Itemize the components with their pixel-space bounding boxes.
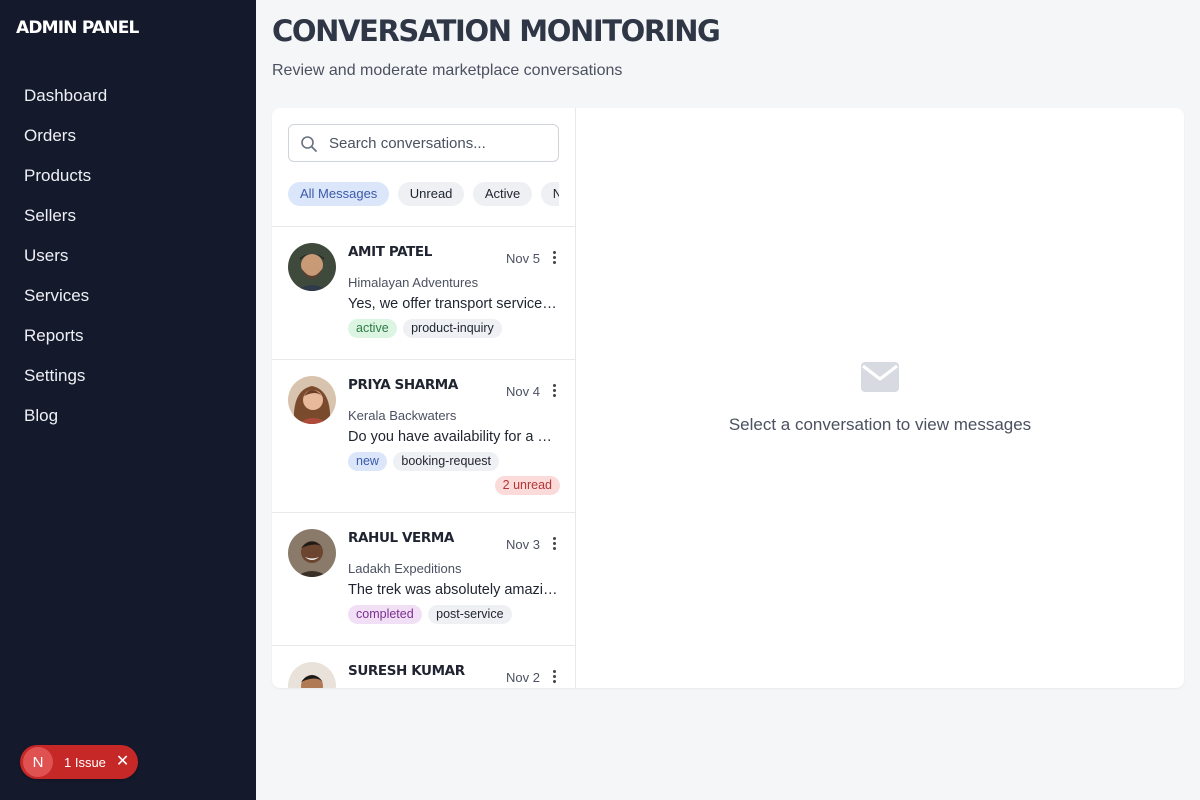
message-date: Nov 2 [506, 670, 540, 685]
conversation-item[interactable]: AMIT PATEL Nov 5 Himalayan Adventures Ye… [272, 227, 575, 360]
issue-label[interactable]: 1 Issue [64, 755, 106, 770]
sidebar-item-products[interactable]: Products [0, 156, 256, 196]
seller-name: Himalayan Adventures [348, 275, 479, 290]
status-tag: completed [348, 605, 422, 624]
search-box[interactable] [288, 124, 559, 162]
avatar [288, 243, 336, 291]
message-preview: The trek was absolutely amazing, thank y… [348, 582, 559, 598]
category-tag: booking-request [393, 452, 500, 471]
envelope-icon [861, 362, 899, 392]
status-tag: active [348, 319, 397, 338]
search-icon [301, 136, 317, 152]
sender-name: PRIYA SHARMA [348, 377, 458, 393]
sidebar-item-settings[interactable]: Settings [0, 356, 256, 396]
message-preview: Do you have availability for a houseboat… [348, 429, 559, 445]
filter-new[interactable]: Ne [540, 182, 559, 206]
message-preview: Yes, we offer transport services from th… [348, 296, 559, 312]
conversation-item[interactable]: SURESH KUMAR Nov 2 [272, 646, 575, 688]
seller-name: Kerala Backwaters [348, 408, 457, 423]
filter-unread[interactable]: Unread [397, 182, 465, 206]
unread-badge: 2 unread [494, 476, 560, 495]
search-input[interactable] [329, 133, 549, 153]
sidebar-nav: Dashboard Orders Products Sellers Users … [0, 76, 256, 436]
message-date: Nov 5 [506, 251, 540, 266]
tag-list: active product-inquiry [348, 319, 504, 339]
sidebar-item-users[interactable]: Users [0, 236, 256, 276]
filter-active[interactable]: Active [472, 182, 533, 206]
avatar [288, 662, 336, 688]
sidebar-item-sellers[interactable]: Sellers [0, 196, 256, 236]
filter-chips: All Messages Unread Active Ne [288, 182, 559, 208]
sidebar-item-dashboard[interactable]: Dashboard [0, 76, 256, 116]
conversation-item[interactable]: RAHUL VERMA Nov 3 Ladakh Expeditions The… [272, 513, 575, 646]
category-tag: product-inquiry [403, 319, 502, 338]
more-vertical-icon[interactable] [552, 537, 558, 551]
sender-name: AMIT PATEL [348, 244, 432, 260]
status-tag: new [348, 452, 387, 471]
issue-initial[interactable]: N [23, 747, 53, 777]
page-subtitle: Review and moderate marketplace conversa… [272, 62, 623, 79]
conversation-list: All Messages Unread Active Ne AMIT PATEL… [272, 108, 576, 688]
more-vertical-icon[interactable] [552, 670, 558, 684]
more-vertical-icon[interactable] [552, 251, 558, 265]
sidebar-item-orders[interactable]: Orders [0, 116, 256, 156]
avatar [288, 376, 336, 424]
close-icon[interactable]: ✕ [116, 754, 129, 770]
sidebar: ADMIN PANEL Dashboard Orders Products Se… [0, 0, 256, 800]
avatar [288, 529, 336, 577]
sidebar-item-blog[interactable]: Blog [0, 396, 256, 436]
sidebar-item-reports[interactable]: Reports [0, 316, 256, 356]
conversation-item[interactable]: PRIYA SHARMA Nov 4 Kerala Backwaters Do … [272, 360, 575, 513]
sender-name: SURESH KUMAR [348, 663, 465, 679]
message-date: Nov 4 [506, 384, 540, 399]
more-vertical-icon[interactable] [552, 384, 558, 398]
conversation-panel: All Messages Unread Active Ne AMIT PATEL… [272, 108, 1184, 688]
filter-all-messages[interactable]: All Messages [288, 182, 390, 206]
category-tag: post-service [428, 605, 512, 624]
empty-state-text: Select a conversation to view messages [728, 415, 1032, 434]
seller-name: Ladakh Expeditions [348, 561, 462, 576]
tag-list: new booking-request [348, 452, 501, 472]
brand-logo: ADMIN PANEL [16, 18, 139, 38]
sender-name: RAHUL VERMA [348, 530, 454, 546]
issue-badge[interactable]: N 1 Issue ✕ [20, 745, 138, 779]
tag-list: completed post-service [348, 605, 514, 625]
message-date: Nov 3 [506, 537, 540, 552]
sidebar-item-services[interactable]: Services [0, 276, 256, 316]
page-title: CONVERSATION MONITORING [272, 14, 721, 48]
